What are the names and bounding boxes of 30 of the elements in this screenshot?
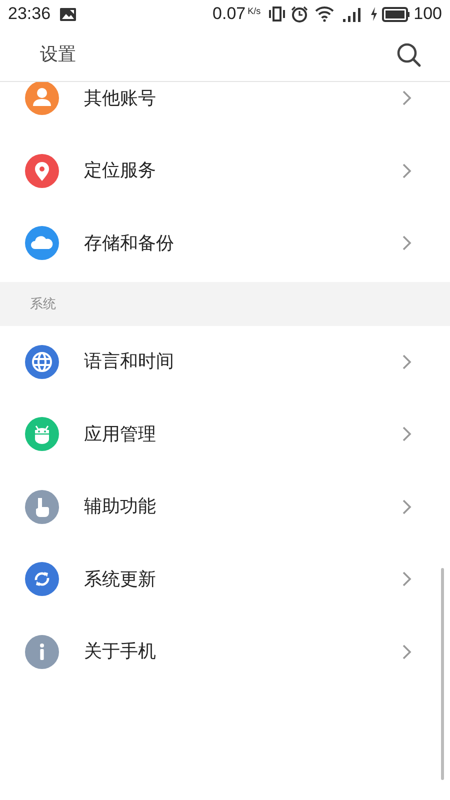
chevron-icon [402, 571, 412, 588]
alarm-icon [290, 6, 308, 22]
item-label: 语言和时间 [84, 350, 175, 374]
battery-level: 100 [414, 3, 442, 26]
battery-icon [382, 6, 410, 22]
item-label: 存储和备份 [84, 232, 175, 255]
item-label: 系统更新 [84, 568, 157, 591]
status-time: 23:36 [8, 3, 51, 26]
page-title: 设置 [40, 43, 76, 66]
chevron-icon [402, 644, 412, 660]
search-icon [396, 42, 422, 68]
section-title: 系统 [30, 294, 56, 313]
item-label: 关于手机 [84, 640, 157, 664]
vibrate-icon [268, 6, 285, 22]
wifi-icon [314, 6, 334, 22]
item-label: 辅助功能 [84, 495, 157, 518]
image-icon [58, 6, 77, 22]
chevron-icon [402, 354, 412, 370]
chevron-icon [402, 426, 412, 442]
speed-unit: K/s [248, 5, 261, 18]
chevron-icon [402, 90, 412, 106]
item-label: 应用管理 [84, 422, 157, 446]
search-button[interactable] [396, 42, 422, 68]
charging-icon [370, 7, 378, 21]
chevron-icon [402, 498, 412, 515]
chevron-icon [402, 162, 412, 179]
item-label: 其他账号 [84, 86, 157, 110]
chevron-icon [402, 235, 412, 252]
item-label: 定位服务 [84, 159, 157, 182]
network-speed: 0.07 [212, 3, 246, 26]
